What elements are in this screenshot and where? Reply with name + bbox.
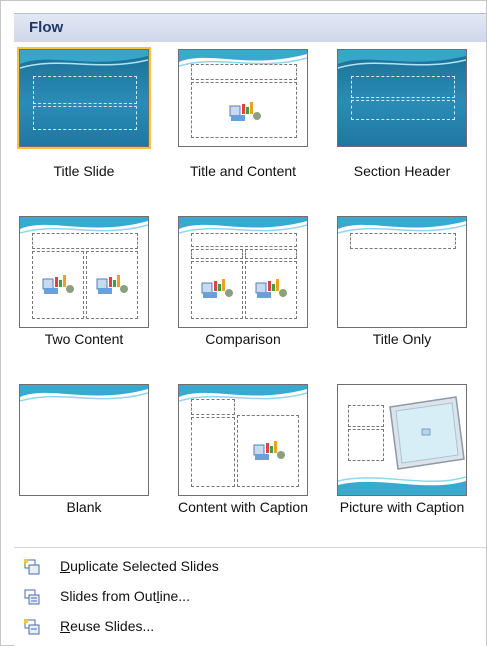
content-placeholder-icon [96,275,128,294]
layout-picture-with-caption[interactable] [337,384,467,496]
duplicate-slides-icon [24,559,40,575]
layout-two-content[interactable] [19,216,149,328]
content-placeholder-icon [42,275,74,294]
menu-item-slides-from-outline[interactable]: Slides from Outline... [14,582,486,612]
theme-name: Flow [29,19,64,36]
layout-gallery-panel: Flow Title Slide Title and Content Secti… [0,0,487,646]
layout-label: Blank [66,499,102,515]
layout-title-and-content[interactable] [178,49,308,147]
menu-item-duplicate-selected-slides[interactable]: Duplicate Selected Slides [14,552,486,582]
content-placeholder-icon [253,441,285,460]
layout-section-header[interactable] [337,49,467,147]
layout-label: Content with Caption [178,499,308,515]
layout-label: Title Only [372,331,432,347]
slide-commands-menu: Duplicate Selected Slides Slides from Ou… [14,547,486,646]
wave-decoration [20,50,148,69]
layout-label: Picture with Caption [339,499,465,515]
wave-decoration [338,476,466,495]
outline-icon [24,589,40,605]
wave-decoration [338,50,466,69]
wave-decoration [20,385,148,402]
layout-label: Comparison [205,331,281,347]
picture-placeholder-icon [389,396,465,470]
layout-label: Title and Content [189,163,297,179]
gallery-header: Flow [14,13,486,43]
layout-content-with-caption[interactable] [178,384,308,496]
layout-title-slide[interactable] [17,47,151,149]
layout-blank[interactable] [19,384,149,496]
reuse-slides-icon [24,619,40,635]
content-placeholder-icon [201,279,233,298]
layout-label: Two Content [44,331,124,347]
content-placeholder-icon [229,102,261,121]
menu-item-reuse-slides[interactable]: Reuse Slides... [14,612,486,642]
layout-title-only[interactable] [337,216,467,328]
content-placeholder-icon [255,279,287,298]
layout-gallery: Title Slide Title and Content Section He… [14,42,486,545]
layout-comparison[interactable] [178,216,308,328]
layout-label: Title Slide [53,163,115,179]
layout-label: Section Header [353,163,451,179]
